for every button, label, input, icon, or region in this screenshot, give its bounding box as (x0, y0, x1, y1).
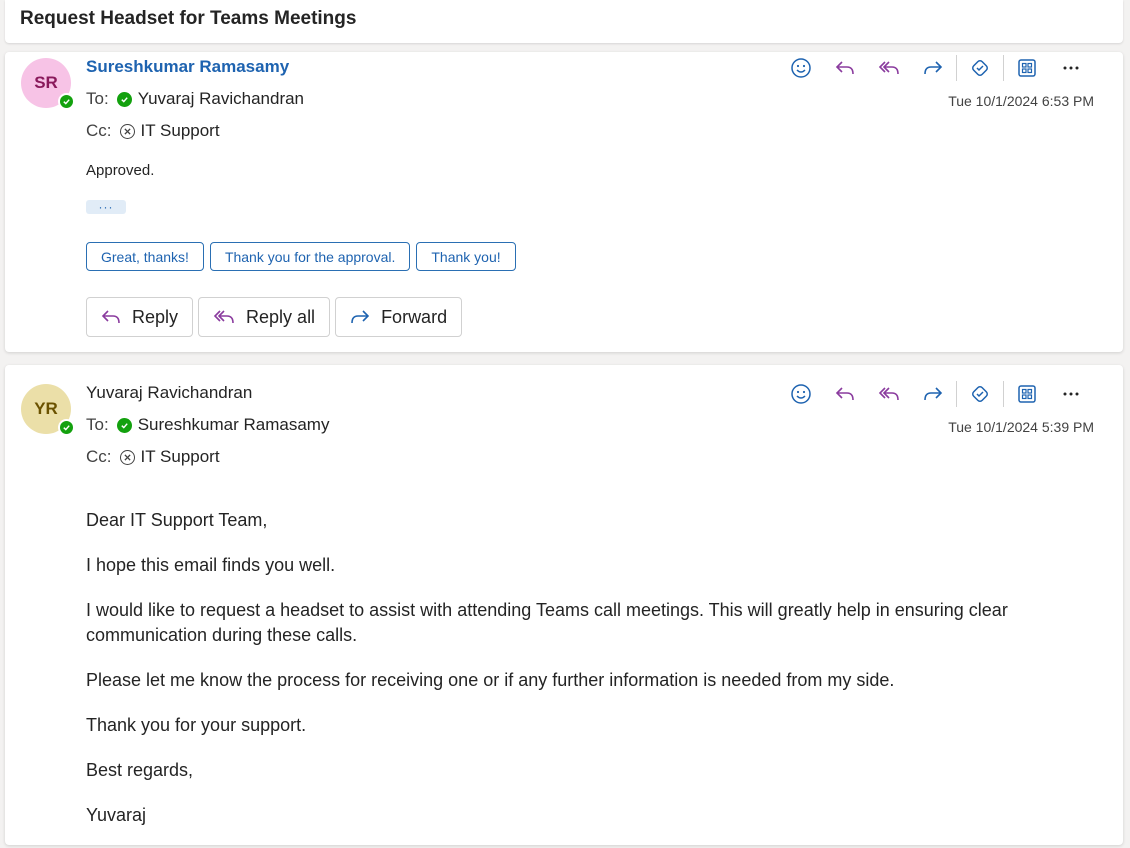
toolbar-divider (956, 55, 957, 81)
reply-icon (101, 310, 120, 324)
message-card-2[interactable]: YR Yuvaraj Ravichandran To: Sureshkumar … (5, 365, 1123, 845)
reply-all-action-button[interactable]: Reply all (198, 297, 331, 337)
reply-button[interactable] (823, 378, 867, 410)
toolbar-divider (1003, 381, 1004, 407)
emoji-icon (791, 58, 811, 78)
emoji-reaction-button[interactable] (779, 378, 823, 410)
reply-all-label: Reply all (246, 306, 316, 327)
cc-line: Cc: IT Support (86, 121, 220, 141)
reply-all-icon (878, 61, 899, 75)
reply-all-icon (878, 387, 899, 401)
presence-available-icon (116, 417, 132, 433)
forward-icon (924, 61, 943, 75)
sender-name[interactable]: Yuvaraj Ravichandran (86, 383, 252, 403)
presence-unknown-icon (119, 123, 135, 139)
more-icon (1063, 66, 1079, 70)
message-timestamp: Tue 10/1/2024 5:39 PM (948, 419, 1094, 435)
recipient-name[interactable]: Yuvaraj Ravichandran (138, 89, 304, 109)
more-actions-button[interactable] (1049, 52, 1093, 84)
cc-line: Cc: IT Support (86, 447, 220, 467)
to-label: To: (86, 89, 109, 108)
subject-bar: Request Headset for Teams Meetings (5, 0, 1123, 43)
loop-icon (972, 386, 988, 402)
reply-all-button[interactable] (867, 378, 911, 410)
reply-button[interactable] (823, 52, 867, 84)
reply-label: Reply (132, 306, 179, 327)
avatar-initials: SR (34, 73, 58, 92)
apps-icon (1018, 59, 1036, 77)
body-paragraph: Please let me know the process for recei… (86, 670, 895, 690)
forward-icon (924, 387, 943, 401)
cc-label: Cc: (86, 121, 112, 140)
presence-available-icon (58, 93, 75, 110)
loop-button[interactable] (958, 52, 1002, 84)
reply-icon (835, 61, 854, 75)
body-paragraph: Yuvaraj (86, 805, 147, 825)
toolbar-divider (1003, 55, 1004, 81)
message-toolbar (779, 52, 1093, 84)
reply-icon (835, 387, 854, 401)
message-body: Approved. (86, 162, 155, 179)
forward-icon (351, 310, 370, 324)
reply-actions: Reply Reply all Forward (86, 297, 463, 337)
presence-unknown-icon (119, 449, 135, 465)
more-icon (1063, 392, 1079, 396)
show-quoted-text-button[interactable]: ··· (86, 200, 126, 214)
message-card-1[interactable]: SR Sureshkumar Ramasamy To: Yuvaraj Ravi… (5, 52, 1123, 352)
reply-all-icon (213, 310, 234, 324)
body-paragraph: Dear IT Support Team, (86, 510, 268, 530)
toolbar-divider (956, 381, 957, 407)
loop-button[interactable] (958, 378, 1002, 410)
more-actions-button[interactable] (1049, 378, 1093, 410)
message-toolbar (779, 378, 1093, 410)
apps-button[interactable] (1005, 52, 1049, 84)
email-subject: Request Headset for Teams Meetings (20, 8, 357, 29)
loop-icon (972, 60, 988, 76)
presence-available-icon (58, 419, 75, 436)
avatar[interactable]: SR (21, 58, 75, 110)
forward-action-button[interactable]: Forward (335, 297, 463, 337)
body-paragraph: I hope this email finds you well. (86, 555, 336, 575)
suggested-replies: Great, thanks! Thank you for the approva… (86, 242, 516, 271)
apps-button[interactable] (1005, 378, 1049, 410)
recipient-name[interactable]: Sureshkumar Ramasamy (138, 415, 330, 435)
emoji-reaction-button[interactable] (779, 52, 823, 84)
reply-action-button[interactable]: Reply (86, 297, 194, 337)
message-timestamp: Tue 10/1/2024 6:53 PM (948, 93, 1094, 109)
emoji-icon (791, 384, 811, 404)
suggested-reply-button[interactable]: Thank you! (416, 242, 516, 271)
presence-available-icon (116, 91, 132, 107)
cc-label: Cc: (86, 447, 112, 466)
reply-all-button[interactable] (867, 52, 911, 84)
apps-icon (1018, 385, 1036, 403)
forward-button[interactable] (911, 52, 955, 84)
suggested-reply-button[interactable]: Great, thanks! (86, 242, 204, 271)
ellipsis-icon: ··· (98, 200, 114, 214)
message-body: Dear IT Support Team, I hope this email … (86, 508, 1096, 848)
avatar-initials: YR (34, 399, 58, 418)
suggested-reply-button[interactable]: Thank you for the approval. (209, 242, 411, 271)
forward-button[interactable] (911, 378, 955, 410)
to-line: To: Yuvaraj Ravichandran (86, 89, 304, 109)
forward-label: Forward (381, 306, 448, 327)
body-paragraph: I would like to request a headset to ass… (86, 600, 1008, 645)
to-line: To: Sureshkumar Ramasamy (86, 415, 329, 435)
avatar[interactable]: YR (21, 384, 75, 436)
cc-recipient-name[interactable]: IT Support (141, 121, 220, 141)
body-paragraph: Best regards, (86, 760, 194, 780)
to-label: To: (86, 415, 109, 434)
sender-name[interactable]: Sureshkumar Ramasamy (86, 57, 289, 77)
cc-recipient-name[interactable]: IT Support (141, 447, 220, 467)
body-paragraph: Thank you for your support. (86, 715, 307, 735)
